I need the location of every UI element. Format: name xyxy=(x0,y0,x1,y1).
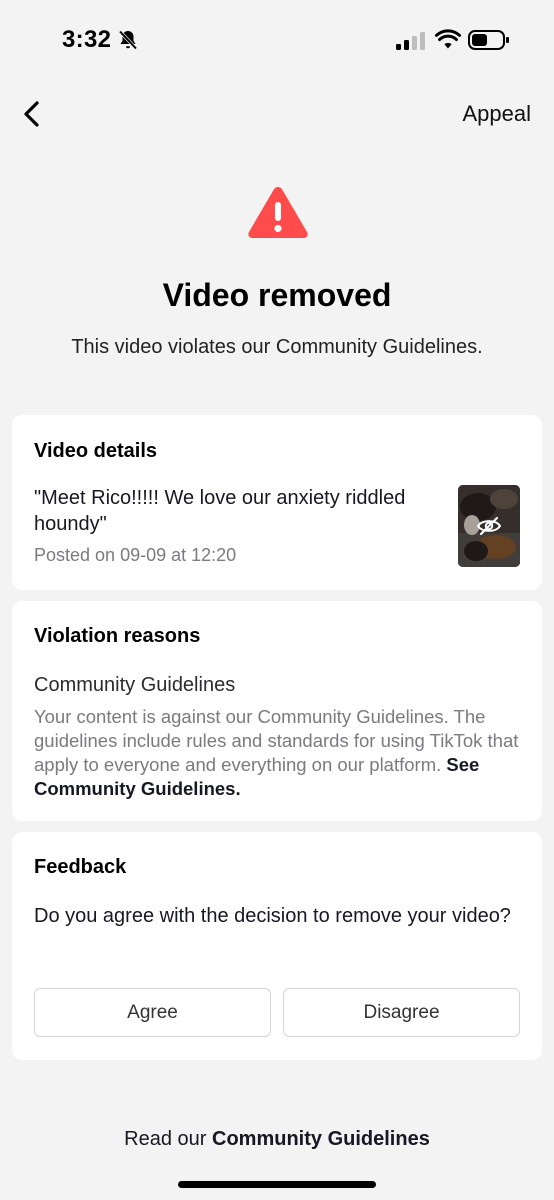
feedback-question: Do you agree with the decision to remove… xyxy=(34,905,511,927)
agree-button[interactable]: Agree xyxy=(34,988,271,1037)
bell-slash-icon xyxy=(118,30,138,50)
feedback-card: Feedback Do you agree with the decision … xyxy=(12,832,542,1060)
status-bar: 3:32 xyxy=(0,0,554,84)
warning-triangle-icon xyxy=(248,187,308,238)
footer-prefix: Read our xyxy=(124,1128,207,1150)
video-thumbnail[interactable] xyxy=(458,485,520,567)
wifi-icon xyxy=(435,29,461,49)
disagree-button[interactable]: Disagree xyxy=(283,988,520,1037)
eye-slash-icon xyxy=(476,516,502,536)
video-caption: "Meet Rico!!!!! We love our anxiety ridd… xyxy=(34,487,406,535)
violation-reasons-title: Violation reasons xyxy=(34,625,201,647)
status-time: 3:32 xyxy=(62,26,112,53)
posted-timestamp: Posted on 09-09 at 12:20 xyxy=(34,545,237,565)
violation-reasons-card: Violation reasons Community Guidelines Y… xyxy=(12,601,542,821)
footer-community-guidelines-link[interactable]: Community Guidelines xyxy=(212,1128,430,1150)
home-indicator[interactable] xyxy=(178,1181,376,1188)
page-subtitle: This video violates our Community Guidel… xyxy=(71,336,483,358)
signal-icon xyxy=(396,32,425,50)
back-button[interactable] xyxy=(18,98,48,130)
page-title: Video removed xyxy=(162,277,392,313)
battery-icon xyxy=(468,30,509,50)
feedback-title: Feedback xyxy=(34,856,127,878)
appeal-button[interactable]: Appeal xyxy=(462,101,531,127)
video-details-card: Video details "Meet Rico!!!!! We love ou… xyxy=(12,415,542,590)
violation-reason: Community Guidelines xyxy=(34,674,236,696)
footer-guidelines: Read our Community Guidelines xyxy=(0,1128,554,1151)
video-details-title: Video details xyxy=(34,440,158,462)
violation-description: Your content is against our Community Gu… xyxy=(34,705,524,801)
